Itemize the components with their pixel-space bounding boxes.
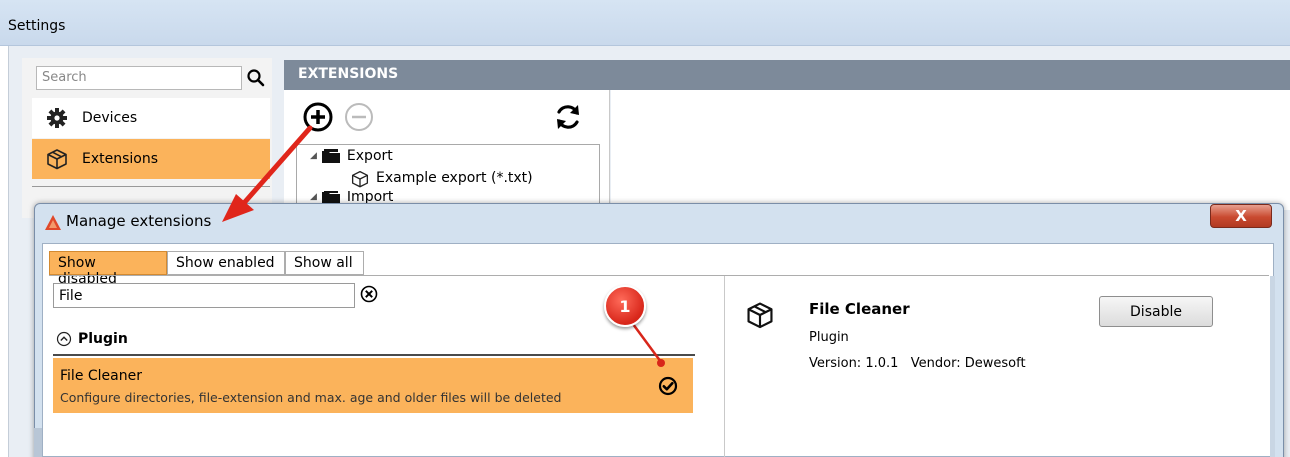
sidebar-divider (32, 186, 270, 187)
filter-input[interactable] (53, 283, 355, 308)
tree-node-import[interactable]: ◢ Import (310, 191, 393, 203)
app-logo-icon (44, 214, 62, 232)
tab-show-disabled[interactable]: Show disabled (49, 251, 167, 287)
remove-circle-icon[interactable] (343, 101, 375, 133)
close-button[interactable]: X (1210, 204, 1272, 228)
search-icon[interactable] (246, 66, 266, 90)
close-icon: X (1235, 207, 1247, 225)
sidebar-item-label: Devices (82, 110, 138, 126)
plugin-description: Configure directories, file-extension an… (60, 390, 562, 405)
settings-window-title: Settings (8, 18, 66, 34)
gear-icon (46, 107, 68, 129)
package-icon (746, 301, 774, 329)
annotation-badge: 1 (604, 285, 646, 327)
settings-titlebar: Settings (0, 0, 1290, 46)
extensions-detail-area (611, 90, 1290, 210)
dialog-right-edge (1270, 276, 1275, 457)
sidebar-item-label: Extensions (82, 151, 159, 167)
group-label: Plugin (78, 331, 128, 347)
collapse-chevron-icon[interactable] (56, 331, 72, 347)
folder-icon (321, 191, 341, 203)
group-divider (53, 354, 695, 356)
settings-search-input[interactable]: Search (36, 66, 242, 90)
tab-show-all[interactable]: Show all (285, 251, 364, 275)
detail-plugin-name: File Cleaner (809, 300, 910, 318)
tree-node-example-export[interactable]: Example export (*.txt) (350, 170, 533, 188)
disable-button[interactable]: Disable (1099, 296, 1213, 327)
package-icon (46, 148, 68, 170)
folder-icon (321, 148, 341, 164)
dialog-left-edge (34, 428, 42, 457)
tree-node-label: Export (346, 148, 393, 164)
expand-arrow-icon[interactable]: ◢ (310, 192, 317, 202)
clear-filter-icon[interactable] (360, 285, 378, 303)
dialog-title: Manage extensions (66, 212, 212, 230)
tree-node-label: Import (346, 191, 394, 203)
detail-version-vendor: Version: 1.0.1 Vendor: Dewesoft (809, 356, 1026, 371)
sidebar-item-devices[interactable]: Devices (32, 98, 270, 138)
add-circle-icon[interactable] (302, 101, 334, 133)
pane-splitter[interactable] (724, 276, 725, 457)
tree-node-export[interactable]: ◢ Export (310, 148, 393, 164)
package-icon (350, 170, 370, 188)
tab-strip-rule (49, 275, 1269, 276)
refresh-icon[interactable] (552, 101, 584, 133)
tree-node-label: Example export (*.txt) (376, 170, 533, 186)
sidebar-item-extensions[interactable]: Extensions (32, 139, 270, 179)
section-header: EXTENSIONS (284, 60, 1290, 90)
expand-arrow-icon[interactable]: ◢ (310, 151, 317, 161)
checkmark-icon[interactable] (658, 376, 678, 396)
tab-show-enabled[interactable]: Show enabled (167, 251, 285, 275)
detail-plugin-type: Plugin (809, 330, 849, 345)
plugin-name: File Cleaner (60, 368, 142, 384)
